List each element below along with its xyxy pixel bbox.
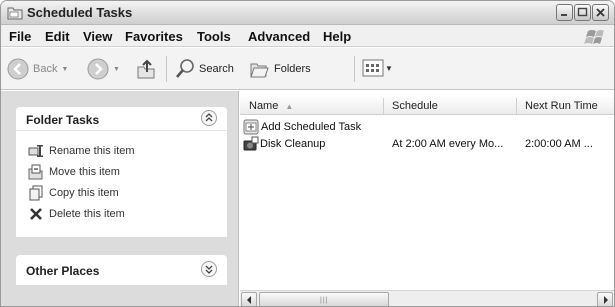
back-dropdown-icon[interactable]: ▼ — [61, 66, 68, 73]
toolbar-separator — [166, 56, 167, 82]
task-label: Copy this item — [49, 187, 119, 199]
explorer-window: Scheduled Tasks File Edit View Favorites… — [0, 0, 615, 307]
window-title: Scheduled Tasks — [27, 5, 133, 20]
menu-favorites[interactable]: Favorites — [125, 29, 183, 44]
other-places-panel: Other Places — [16, 255, 227, 285]
horizontal-scrollbar[interactable]: ||| — [240, 290, 614, 306]
up-folder-button[interactable] — [135, 58, 157, 80]
views-button[interactable]: ▼ — [362, 58, 393, 78]
disk-cleanup-icon — [243, 136, 259, 151]
rename-icon — [28, 145, 43, 157]
add-scheduled-task-icon — [243, 119, 259, 135]
menu-advanced[interactable]: Advanced — [248, 29, 310, 44]
views-icon — [362, 59, 384, 77]
back-label: Back — [33, 63, 58, 75]
list-item[interactable]: Add Scheduled Task — [240, 119, 614, 135]
sort-ascending-icon: ▲ — [285, 102, 294, 111]
folders-label: Folders — [274, 63, 311, 75]
folder-tasks-header[interactable]: Folder Tasks — [16, 107, 227, 131]
column-header: Name ▲ Schedule Next Run Time — [240, 97, 614, 115]
scroll-right-icon — [604, 296, 608, 304]
move-icon — [28, 164, 43, 180]
search-icon — [176, 59, 194, 78]
copy-icon — [29, 185, 43, 201]
maximize-icon — [577, 7, 588, 17]
other-places-title: Other Places — [26, 264, 100, 278]
menu-edit[interactable]: Edit — [45, 29, 70, 44]
folder-tasks-title: Folder Tasks — [26, 113, 100, 127]
back-arrow-icon — [7, 58, 29, 80]
scroll-thumb[interactable]: ||| — [259, 292, 389, 306]
minimize-button[interactable] — [556, 4, 573, 21]
file-list: Name ▲ Schedule Next Run Time Add Schedul… — [240, 91, 614, 306]
windows-logo-icon — [584, 30, 604, 44]
menu-view[interactable]: View — [83, 29, 112, 44]
copy-task-link[interactable]: Copy this item — [28, 185, 119, 201]
task-schedule: At 2:00 AM every Mo... — [392, 138, 504, 150]
delete-task-link[interactable]: Delete this item — [28, 206, 125, 222]
forward-arrow-icon — [87, 58, 109, 80]
chevron-up-icon — [205, 113, 213, 122]
other-places-header[interactable]: Other Places — [16, 255, 227, 285]
column-schedule[interactable]: Schedule — [392, 100, 438, 112]
task-label: Rename this item — [49, 145, 135, 157]
close-button[interactable] — [592, 4, 609, 21]
scroll-grip-icon: ||| — [320, 297, 329, 304]
task-label: Delete this item — [49, 208, 125, 220]
chevron-down-icon — [205, 265, 213, 274]
menu-tools[interactable]: Tools — [197, 29, 231, 44]
menu-file[interactable]: File — [9, 29, 31, 44]
move-task-link[interactable]: Move this item — [28, 164, 120, 180]
search-button[interactable]: Search — [174, 58, 234, 80]
column-next-run-time[interactable]: Next Run Time — [525, 100, 598, 112]
task-pane: Folder Tasks Rename this item Move this … — [1, 91, 239, 306]
forward-dropdown-icon[interactable]: ▼ — [113, 66, 120, 73]
back-button[interactable]: Back ▼ — [7, 58, 68, 80]
folders-icon — [250, 63, 269, 78]
minimize-icon — [561, 14, 567, 16]
up-folder-icon — [137, 59, 155, 79]
toolbar-separator — [354, 56, 355, 82]
expand-button[interactable] — [201, 261, 217, 277]
scheduled-tasks-folder-icon — [7, 7, 23, 20]
menu-bar: File Edit View Favorites Tools Advanced … — [1, 25, 614, 47]
delete-icon — [30, 208, 42, 220]
task-name: Disk Cleanup — [260, 138, 326, 150]
task-name: Add Scheduled Task — [261, 121, 362, 133]
task-label: Move this item — [49, 166, 120, 178]
title-bar[interactable]: Scheduled Tasks — [1, 1, 614, 25]
column-name[interactable]: Name ▲ — [249, 100, 293, 112]
column-divider[interactable] — [383, 98, 384, 114]
column-divider[interactable] — [516, 98, 517, 114]
scroll-left-button[interactable] — [241, 292, 257, 306]
search-label: Search — [199, 63, 234, 75]
maximize-button[interactable] — [574, 4, 591, 21]
close-icon — [596, 8, 605, 17]
rename-task-link[interactable]: Rename this item — [28, 143, 135, 159]
menu-help[interactable]: Help — [323, 29, 351, 44]
scroll-left-icon — [247, 296, 251, 304]
task-next-run: 2:00:00 AM ... — [525, 138, 593, 150]
views-dropdown-icon[interactable]: ▼ — [385, 64, 393, 73]
scroll-right-button[interactable] — [597, 292, 613, 306]
list-item[interactable]: Disk Cleanup At 2:00 AM every Mo... 2:00… — [240, 136, 614, 152]
collapse-button[interactable] — [201, 110, 217, 126]
folder-tasks-panel: Folder Tasks Rename this item Move this … — [16, 107, 227, 237]
standard-toolbar: Back ▼ ▼ Search Folders ▼ — [1, 48, 614, 90]
forward-button[interactable]: ▼ — [87, 58, 120, 80]
folders-button[interactable]: Folders — [249, 58, 311, 80]
